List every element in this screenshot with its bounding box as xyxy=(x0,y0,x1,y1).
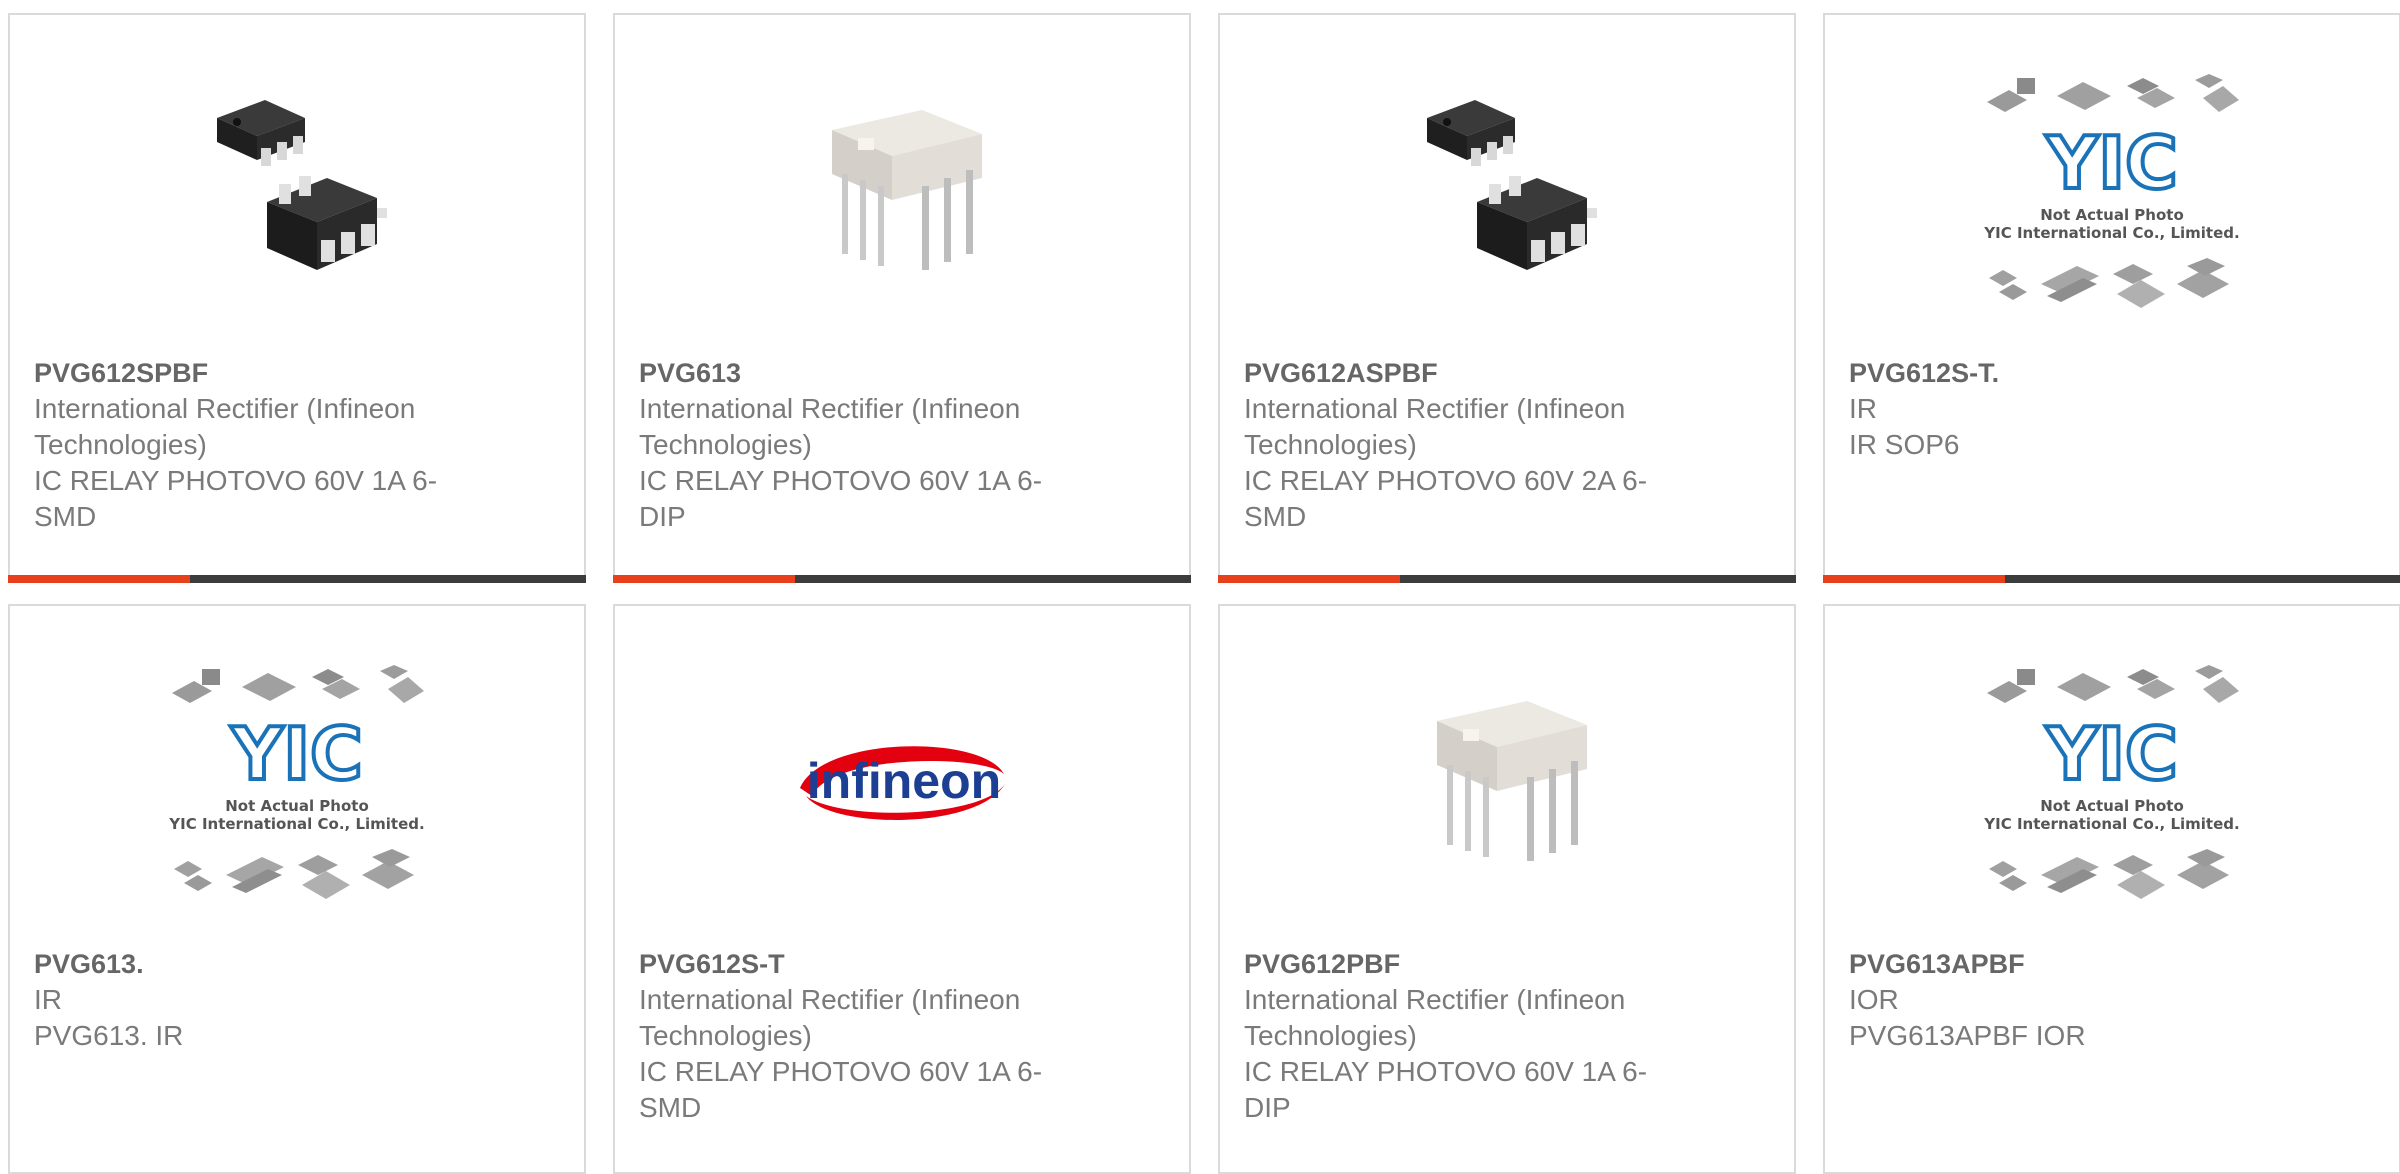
card-accent-bar xyxy=(1823,575,2005,583)
manufacturer-text: International Rectifier (Infineon xyxy=(1244,984,1626,1015)
product-info: PVG613. IR PVG613. IR xyxy=(34,946,454,1054)
manufacturer-text: IR xyxy=(1849,393,1877,424)
card-bottom-bar xyxy=(1218,575,1796,583)
product-grid: PVG612SPBF International Rectifier (Infin… xyxy=(8,13,2400,1174)
part-number-link[interactable]: PVG612SPBF xyxy=(34,355,454,391)
yic-company-text: YIC International Co., Limited. xyxy=(1983,815,2239,833)
manufacturer-text: Technologies) xyxy=(639,429,812,460)
yic-placeholder-icon: YIC Not Actual Photo YIC International C… xyxy=(1983,74,2240,308)
product-card[interactable]: PVG612ASPBF International Rectifier (Infi… xyxy=(1218,13,1796,583)
manufacturer-text: International Rectifier (Infineon xyxy=(1244,393,1626,424)
infineon-logo-icon: infineon xyxy=(800,746,1006,820)
svg-text:YIC: YIC xyxy=(230,712,363,796)
description-text: PVG613APBF IOR xyxy=(1849,1020,2086,1051)
product-info: PVG612S-T. IR IR SOP6 xyxy=(1849,355,2269,463)
dip-package-icon xyxy=(1437,701,1587,861)
card-accent-bar xyxy=(8,575,190,583)
infineon-logo-text: infineon xyxy=(807,753,1001,809)
description-text: IC RELAY PHOTOVO 60V 1A 6- xyxy=(639,1056,1043,1087)
description-text: IC RELAY PHOTOVO 60V 1A 6- xyxy=(639,465,1043,496)
part-number-link[interactable]: PVG613. xyxy=(34,946,454,982)
product-card[interactable]: YIC Not Actual Photo YIC International C… xyxy=(8,604,586,1174)
card-accent-bar xyxy=(1218,575,1400,583)
card-bottom-bar xyxy=(8,575,586,583)
product-image[interactable] xyxy=(1220,65,1794,315)
part-number-link[interactable]: PVG612S-T. xyxy=(1849,355,2269,391)
not-actual-photo-text: Not Actual Photo xyxy=(2040,206,2184,224)
product-info: PVG613APBF IOR PVG613APBF IOR xyxy=(1849,946,2269,1054)
product-image[interactable] xyxy=(615,65,1189,315)
manufacturer-text: Technologies) xyxy=(639,1020,812,1051)
description-text: PVG613. IR xyxy=(34,1020,184,1051)
not-actual-photo-text: Not Actual Photo xyxy=(225,797,369,815)
manufacturer-text: International Rectifier (Infineon xyxy=(34,393,416,424)
description-text: IR SOP6 xyxy=(1849,429,1960,460)
description-text: IC RELAY PHOTOVO 60V 1A 6- xyxy=(1244,1056,1648,1087)
description-text: IC RELAY PHOTOVO 60V 1A 6- xyxy=(34,465,438,496)
product-info: PVG612SPBF International Rectifier (Infin… xyxy=(34,355,454,535)
card-accent-bar xyxy=(613,575,795,583)
yic-placeholder-icon: YIC Not Actual Photo YIC International C… xyxy=(168,665,425,899)
description-text: DIP xyxy=(1244,1092,1291,1123)
description-text: SMD xyxy=(1244,501,1307,532)
product-info: PVG612PBF International Rectifier (Infine… xyxy=(1244,946,1664,1126)
yic-placeholder-icon: YIC Not Actual Photo YIC International C… xyxy=(1983,665,2240,899)
manufacturer-text: Technologies) xyxy=(1244,429,1417,460)
manufacturer-text: Technologies) xyxy=(1244,1020,1417,1051)
part-number-link[interactable]: PVG612ASPBF xyxy=(1244,355,1664,391)
svg-text:YIC: YIC xyxy=(2045,712,2178,796)
description-text: DIP xyxy=(639,501,686,532)
manufacturer-text: International Rectifier (Infineon xyxy=(639,393,1021,424)
product-image[interactable] xyxy=(1220,656,1794,906)
card-bottom-bar xyxy=(1823,575,2400,583)
part-number-link[interactable]: PVG613APBF xyxy=(1849,946,2269,982)
product-card[interactable]: YIC Not Actual Photo YIC International C… xyxy=(1823,604,2400,1174)
description-text: SMD xyxy=(34,501,97,532)
smd-package-icon xyxy=(217,100,387,270)
description-text: IC RELAY PHOTOVO 60V 2A 6- xyxy=(1244,465,1648,496)
yic-company-text: YIC International Co., Limited. xyxy=(1983,224,2239,242)
product-image[interactable]: YIC Not Actual Photo YIC International C… xyxy=(1825,656,2399,906)
card-bottom-bar xyxy=(613,575,1191,583)
product-card[interactable]: PVG612SPBF International Rectifier (Infin… xyxy=(8,13,586,583)
product-image[interactable]: infineon xyxy=(615,656,1189,906)
smd-package-icon xyxy=(1427,100,1597,270)
part-number-link[interactable]: PVG612S-T xyxy=(639,946,1059,982)
part-number-link[interactable]: PVG612PBF xyxy=(1244,946,1664,982)
product-card[interactable]: PVG613 International Rectifier (Infineon T… xyxy=(613,13,1191,583)
not-actual-photo-text: Not Actual Photo xyxy=(2040,797,2184,815)
product-image[interactable]: YIC Not Actual Photo YIC International C… xyxy=(10,656,584,906)
product-info: PVG613 International Rectifier (Infineon T… xyxy=(639,355,1059,535)
product-image[interactable]: YIC Not Actual Photo YIC International C… xyxy=(1825,65,2399,315)
manufacturer-text: IOR xyxy=(1849,984,1899,1015)
description-text: SMD xyxy=(639,1092,702,1123)
manufacturer-text: IR xyxy=(34,984,62,1015)
manufacturer-text: Technologies) xyxy=(34,429,207,460)
svg-text:YIC: YIC xyxy=(2045,121,2178,205)
product-card[interactable]: PVG612PBF International Rectifier (Infine… xyxy=(1218,604,1796,1174)
part-number-link[interactable]: PVG613 xyxy=(639,355,1059,391)
product-info: PVG612ASPBF International Rectifier (Infi… xyxy=(1244,355,1664,535)
product-image[interactable] xyxy=(10,65,584,315)
dip-package-icon xyxy=(832,110,982,270)
yic-company-text: YIC International Co., Limited. xyxy=(168,815,424,833)
manufacturer-text: International Rectifier (Infineon xyxy=(639,984,1021,1015)
product-card[interactable]: YIC Not Actual Photo YIC International C… xyxy=(1823,13,2400,583)
product-info: PVG612S-T International Rectifier (Infine… xyxy=(639,946,1059,1126)
product-card[interactable]: infineon PVG612S-T International Rectifie… xyxy=(613,604,1191,1174)
